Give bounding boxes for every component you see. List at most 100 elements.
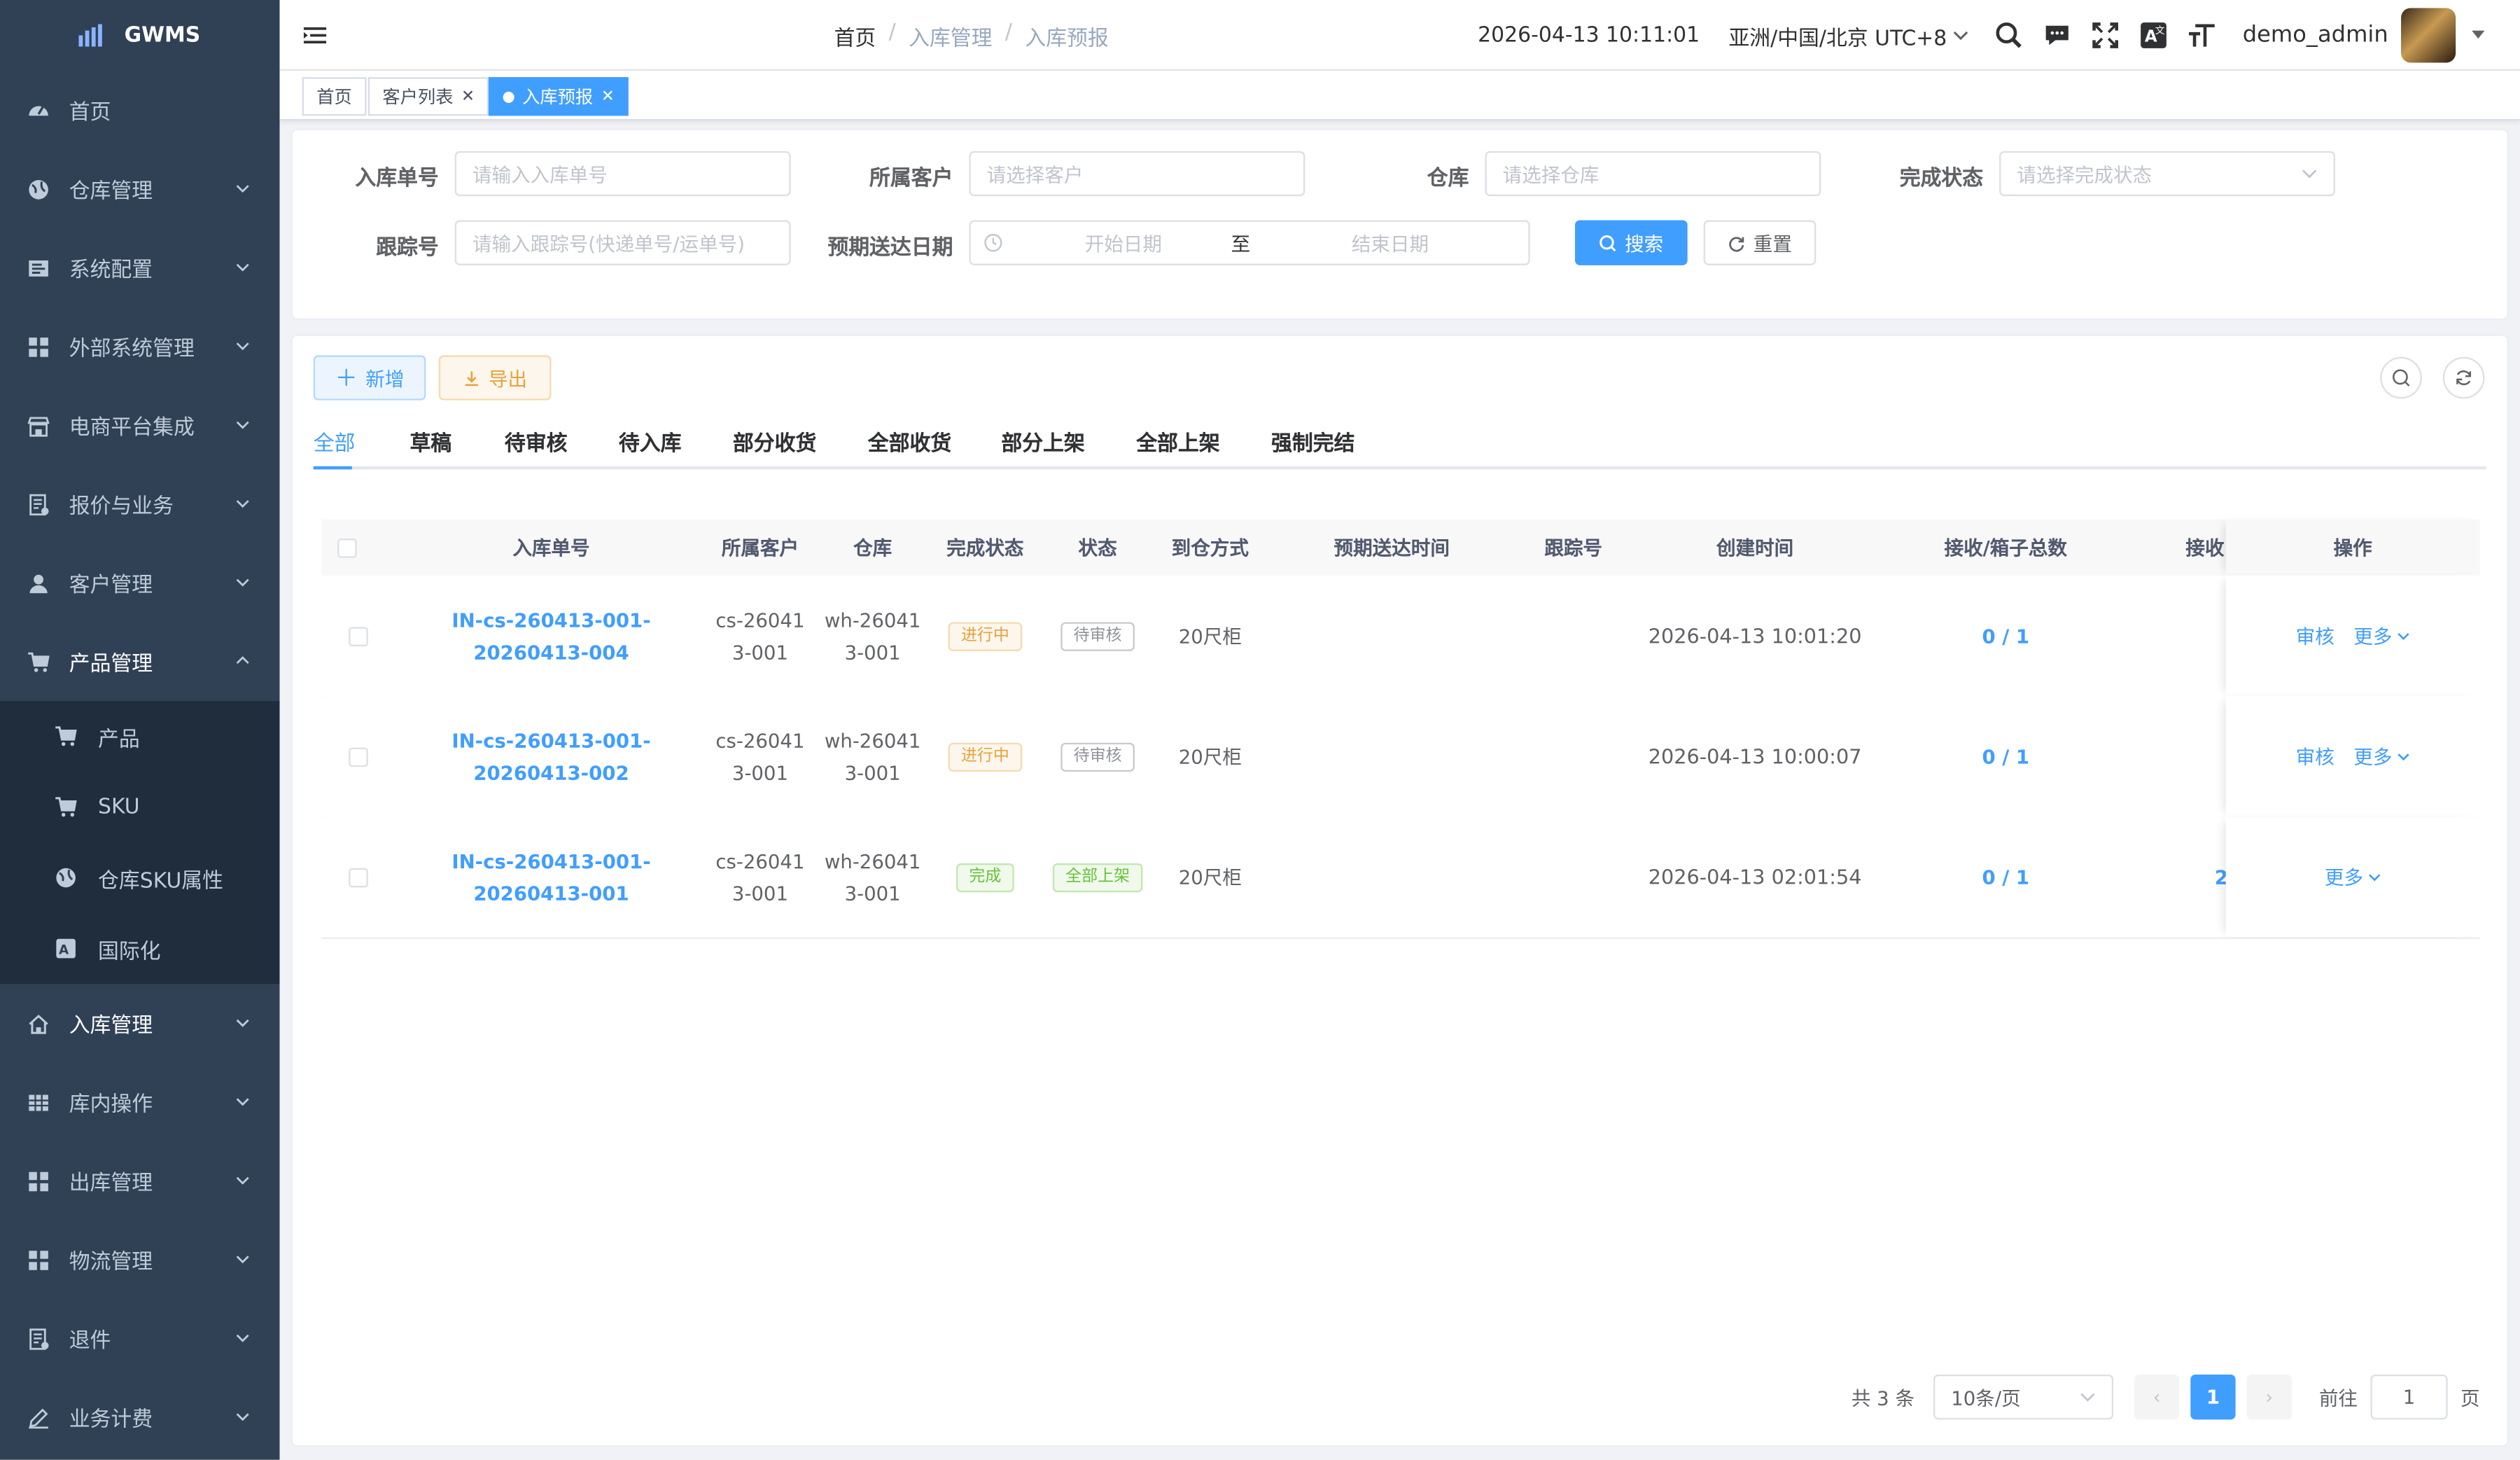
order-no-link[interactable]: IN-cs-260413-001-20260413-001: [414, 816, 687, 937]
message-icon[interactable]: [2043, 21, 2072, 50]
boxes-cell[interactable]: 0 / 1: [1880, 576, 2131, 696]
select-all-checkbox[interactable]: [337, 537, 357, 557]
sidebar-item-label: 仓库管理: [69, 180, 153, 204]
more-button[interactable]: 更多: [2353, 623, 2409, 650]
sidebar-item[interactable]: 外部系统管理: [0, 307, 279, 386]
order-no-link[interactable]: IN-cs-260413-001-20260413-004: [414, 576, 687, 696]
tab-pending-inbound[interactable]: 待入库: [619, 426, 682, 457]
audit-button[interactable]: 审核: [2296, 743, 2334, 770]
tab-pending-review[interactable]: 待审核: [505, 426, 568, 457]
tag-inbound-forecast[interactable]: 入库预报 ✕: [488, 77, 629, 116]
tab-all-received[interactable]: 全部收货: [868, 426, 951, 457]
sidebar-item-label: 电商平台集成: [69, 416, 195, 441]
tag-customer-list[interactable]: 客户列表 ✕: [368, 77, 489, 116]
toggle-search-button[interactable]: [2380, 356, 2422, 399]
logo[interactable]: GWMS: [0, 0, 279, 71]
tab-partial-shelved[interactable]: 部分上架: [1001, 426, 1084, 457]
sidebar-item[interactable]: 产品管理: [0, 623, 279, 701]
search-icon: [1599, 234, 1616, 251]
chevron-down-icon: [234, 1330, 251, 1346]
select-all-cell: [337, 520, 357, 576]
complete-status-cell: 进行中: [929, 696, 1042, 816]
goto-page-input[interactable]: 1: [2370, 1374, 2448, 1420]
sidebar-item[interactable]: 客户管理: [0, 543, 279, 622]
customer-select[interactable]: 请选择客户: [969, 151, 1306, 197]
add-button[interactable]: ＋ 新增: [313, 355, 426, 401]
tags-view: 首页 客户列表 ✕ 入库预报 ✕: [279, 71, 2520, 121]
sidebar-item[interactable]: 业务计费: [0, 1378, 279, 1456]
table-icon: [27, 1091, 50, 1113]
sidebar-item[interactable]: 入库管理: [0, 984, 279, 1062]
prev-page-button[interactable]: ‹: [2134, 1374, 2180, 1420]
timezone-select[interactable]: 亚洲/中国/北京 UTC+8: [1728, 20, 1969, 51]
sidebar-subitem[interactable]: SKU: [0, 772, 279, 842]
sidebar-item-label: 业务计费: [69, 1408, 153, 1433]
username[interactable]: demo_admin: [2243, 22, 2388, 48]
sidebar-subitem[interactable]: A 国际化: [0, 913, 279, 984]
sidebar-item[interactable]: 退件: [0, 1299, 279, 1377]
sidebar-item[interactable]: 系统配置: [0, 228, 279, 307]
tab-partial-received[interactable]: 部分收货: [733, 426, 816, 457]
fullscreen-icon[interactable]: [2092, 21, 2120, 50]
tab-all-shelved[interactable]: 全部上架: [1136, 426, 1219, 457]
warehouse-select[interactable]: 请选择仓库: [1485, 151, 1821, 197]
reset-button[interactable]: 重置: [1703, 220, 1816, 265]
translate-icon[interactable]: A文: [2140, 21, 2169, 50]
export-button[interactable]: 导出: [438, 355, 552, 401]
tab-force-complete[interactable]: 强制完结: [1271, 426, 1354, 457]
sidebar-item[interactable]: 仓库管理: [0, 150, 279, 228]
row-checkbox[interactable]: [349, 746, 368, 766]
tab-all[interactable]: 全部: [314, 426, 356, 457]
tag-home[interactable]: 首页: [302, 77, 367, 116]
next-page-button[interactable]: ›: [2246, 1374, 2292, 1420]
sidebar-item[interactable]: 首页: [0, 71, 279, 149]
breadcrumb-item[interactable]: 入库管理: [909, 21, 992, 51]
more-button[interactable]: 更多: [2325, 863, 2381, 891]
sidebar-subitem[interactable]: 产品: [0, 701, 279, 772]
font-size-icon[interactable]: [2188, 21, 2217, 50]
translate-icon: A: [55, 938, 77, 960]
sidebar-item[interactable]: 出库管理: [0, 1141, 279, 1220]
grid-icon: [27, 335, 50, 358]
close-icon[interactable]: ✕: [601, 88, 615, 105]
tracking-input[interactable]: 请输入跟踪号(快递单号/运单号): [454, 220, 791, 265]
complete-status-select[interactable]: 请选择完成状态: [1999, 151, 2335, 197]
sidebar-item[interactable]: 电商平台集成: [0, 386, 279, 464]
boxes-cell[interactable]: 0 / 1: [1880, 696, 2131, 816]
sidebar-item[interactable]: 库内操作: [0, 1063, 279, 1141]
page-size-select[interactable]: 10条/页: [1933, 1374, 2114, 1420]
page-1-button[interactable]: 1: [2190, 1374, 2236, 1420]
tag-label: 首页: [316, 86, 352, 108]
row-checkbox[interactable]: [349, 626, 368, 646]
date-range-picker[interactable]: 开始日期 至 结束日期: [969, 220, 1530, 265]
timezone-label: 亚洲/中国/北京 UTC+8: [1728, 26, 1947, 51]
audit-button[interactable]: 审核: [2296, 623, 2334, 650]
breadcrumb-item[interactable]: 首页: [834, 21, 876, 51]
table-row: IN-cs-260413-001-20260413-002 cs-260413-0…: [321, 696, 2480, 819]
close-icon[interactable]: ✕: [461, 88, 475, 105]
row-checkbox[interactable]: [349, 867, 368, 887]
expected-cell: [1266, 576, 1517, 696]
refresh-button[interactable]: [2442, 356, 2485, 399]
boxes-cell[interactable]: 0 / 1: [1880, 816, 2131, 937]
complete-status-label: 完成状态: [1899, 167, 1984, 192]
date-start[interactable]: 开始日期: [1067, 229, 1180, 256]
caret-down-icon[interactable]: [2472, 30, 2485, 41]
created-cell: 2026-04-13 10:00:07: [1648, 743, 1862, 768]
search-button[interactable]: 搜索: [1574, 220, 1688, 265]
search-icon[interactable]: [1995, 21, 2024, 50]
order-no-input[interactable]: 请输入入库单号: [454, 151, 791, 197]
logo-icon: [79, 24, 108, 47]
hamburger-icon[interactable]: [302, 22, 328, 48]
date-end[interactable]: 结束日期: [1334, 229, 1447, 256]
sidebar-subitem-label: 仓库SKU属性: [98, 868, 224, 894]
warehouse-cell: wh-260413-001: [824, 729, 921, 784]
sidebar-item[interactable]: 报价与业务: [0, 465, 279, 543]
order-no-link[interactable]: IN-cs-260413-001-20260413-002: [414, 696, 687, 816]
sidebar-item[interactable]: 物流管理: [0, 1221, 279, 1299]
sidebar-subitem[interactable]: 仓库SKU属性: [0, 842, 279, 913]
arrival-cell: 20尺柜: [1178, 865, 1242, 889]
more-button[interactable]: 更多: [2353, 743, 2409, 770]
avatar[interactable]: [2401, 8, 2456, 63]
tab-draft[interactable]: 草稿: [410, 426, 451, 457]
